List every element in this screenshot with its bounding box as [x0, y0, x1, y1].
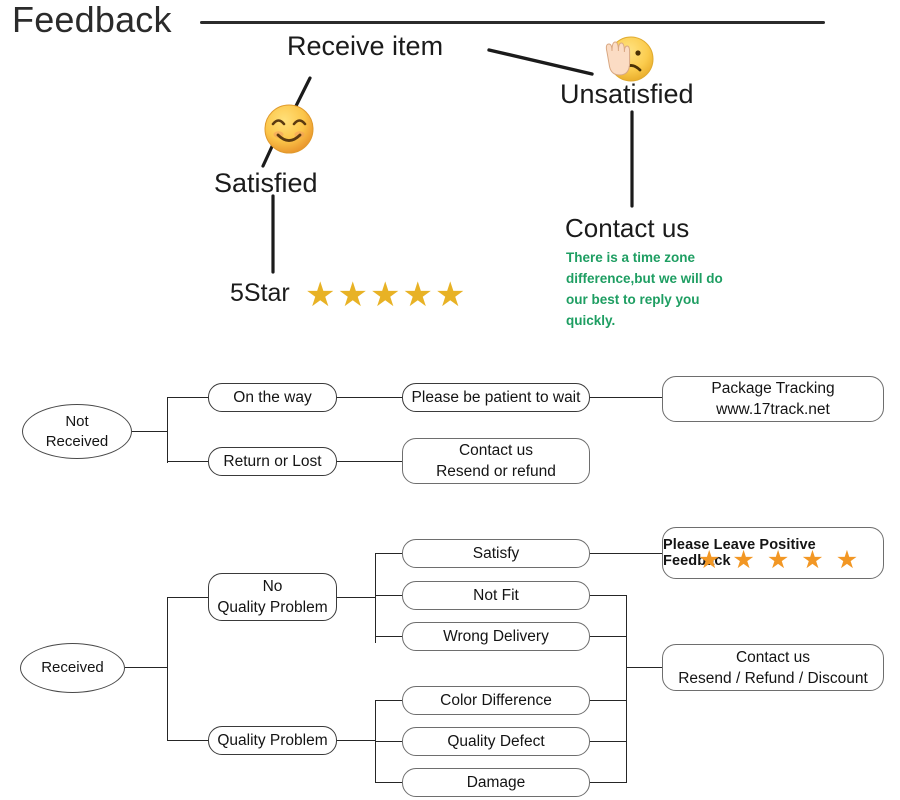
- node-quality-defect[interactable]: Quality Defect: [402, 727, 590, 756]
- connector: [375, 741, 403, 743]
- node-on-the-way[interactable]: On the way: [208, 383, 337, 412]
- contact-outcome-line2: Resend / Refund / Discount: [678, 669, 868, 687]
- node-not-fit-label: Not Fit: [473, 587, 519, 604]
- contact-outcome-line1: Contact us: [735, 648, 811, 666]
- node-wrong-delivery-label: Wrong Delivery: [443, 628, 549, 645]
- node-not-received[interactable]: Not Received: [22, 404, 132, 459]
- connector: [132, 431, 168, 433]
- connector: [626, 667, 663, 669]
- node-return-or-lost[interactable]: Return or Lost: [208, 447, 337, 476]
- node-received-label: Received: [41, 659, 104, 676]
- node-color-difference[interactable]: Color Difference: [402, 686, 590, 715]
- node-satisfy[interactable]: Satisfy: [402, 539, 590, 568]
- node-please-be-patient[interactable]: Please be patient to wait: [402, 383, 590, 412]
- connector: [590, 782, 627, 784]
- connector: [167, 597, 169, 741]
- node-no-quality-problem[interactable]: No Quality Problem: [208, 573, 337, 621]
- star-icon: ★: [801, 546, 824, 574]
- connector: [337, 461, 403, 463]
- connector: [375, 553, 377, 643]
- star-icon: ★: [835, 546, 859, 574]
- node-not-received-line2: Received: [45, 432, 109, 450]
- connector: [167, 740, 209, 742]
- node-color-difference-label: Color Difference: [440, 692, 552, 709]
- connector: [125, 667, 168, 669]
- node-please-be-patient-label: Please be patient to wait: [411, 389, 581, 406]
- contact-resend-line2: Resend or refund: [436, 463, 556, 480]
- contact-us-heading: Contact us: [565, 213, 690, 243]
- node-not-fit[interactable]: Not Fit: [402, 581, 590, 610]
- contact-resend-line1: Contact us: [458, 442, 534, 459]
- connector: [337, 597, 376, 599]
- feedback-flowchart-page: Feedback Receive item Unsatisfied Satisf…: [0, 0, 900, 800]
- star-icon: ★: [337, 276, 368, 314]
- node-wrong-delivery[interactable]: Wrong Delivery: [402, 622, 590, 651]
- star-icon: ★: [698, 546, 721, 574]
- connector: [375, 595, 403, 597]
- connector: [375, 553, 403, 555]
- positive-feedback-rating: ★ ★ ★ ★ ★: [698, 548, 858, 573]
- star-icon: ★: [369, 276, 401, 314]
- node-damage[interactable]: Damage: [402, 768, 590, 797]
- node-damage-label: Damage: [466, 774, 526, 791]
- no-quality-problem-line2: Quality Problem: [217, 599, 328, 616]
- connector: [590, 595, 627, 597]
- node-package-tracking[interactable]: Package Tracking www.17track.net: [662, 376, 884, 422]
- connector: [337, 740, 376, 742]
- star-icon: ★: [766, 546, 790, 574]
- connector: [167, 461, 209, 463]
- connector: [167, 597, 209, 599]
- connector: [590, 700, 627, 702]
- package-tracking-title: Package Tracking: [711, 380, 835, 397]
- connector: [590, 741, 627, 743]
- star-icon: ★: [402, 276, 433, 314]
- node-satisfy-label: Satisfy: [472, 545, 520, 562]
- node-return-or-lost-label: Return or Lost: [223, 453, 322, 470]
- connector: [590, 553, 663, 555]
- node-quality-problem-label: Quality Problem: [217, 732, 328, 749]
- node-on-the-way-label: On the way: [233, 389, 312, 406]
- five-star-label: 5Star: [230, 279, 290, 307]
- package-tracking-url: www.17track.net: [716, 401, 830, 418]
- connector: [590, 397, 663, 399]
- node-contact-resend-refund-discount[interactable]: Contact us Resend / Refund / Discount: [662, 644, 884, 691]
- connector: [375, 700, 403, 702]
- connector: [167, 397, 209, 399]
- star-icon: ★: [732, 546, 755, 574]
- node-received[interactable]: Received: [20, 643, 125, 693]
- connector: [337, 397, 403, 399]
- connector: [375, 636, 403, 638]
- frowning-face-with-raised-hand-emoji: [597, 30, 659, 90]
- node-contact-resend-refund[interactable]: Contact us Resend or refund: [402, 438, 590, 484]
- connector: [167, 397, 169, 463]
- star-icon: ★: [434, 276, 466, 314]
- node-quality-problem[interactable]: Quality Problem: [208, 726, 337, 755]
- connector: [626, 595, 628, 783]
- no-quality-problem-line1: No: [262, 578, 283, 595]
- connector: [590, 636, 627, 638]
- contact-us-note: There is a time zone difference,but we w…: [566, 250, 723, 328]
- smiling-face-emoji: [258, 98, 320, 160]
- star-icon: ★: [305, 276, 336, 314]
- node-not-received-line1: Not: [65, 412, 89, 430]
- connector: [375, 782, 403, 784]
- five-star-rating: ★ ★ ★ ★ ★: [305, 278, 465, 312]
- node-quality-defect-label: Quality Defect: [447, 733, 545, 750]
